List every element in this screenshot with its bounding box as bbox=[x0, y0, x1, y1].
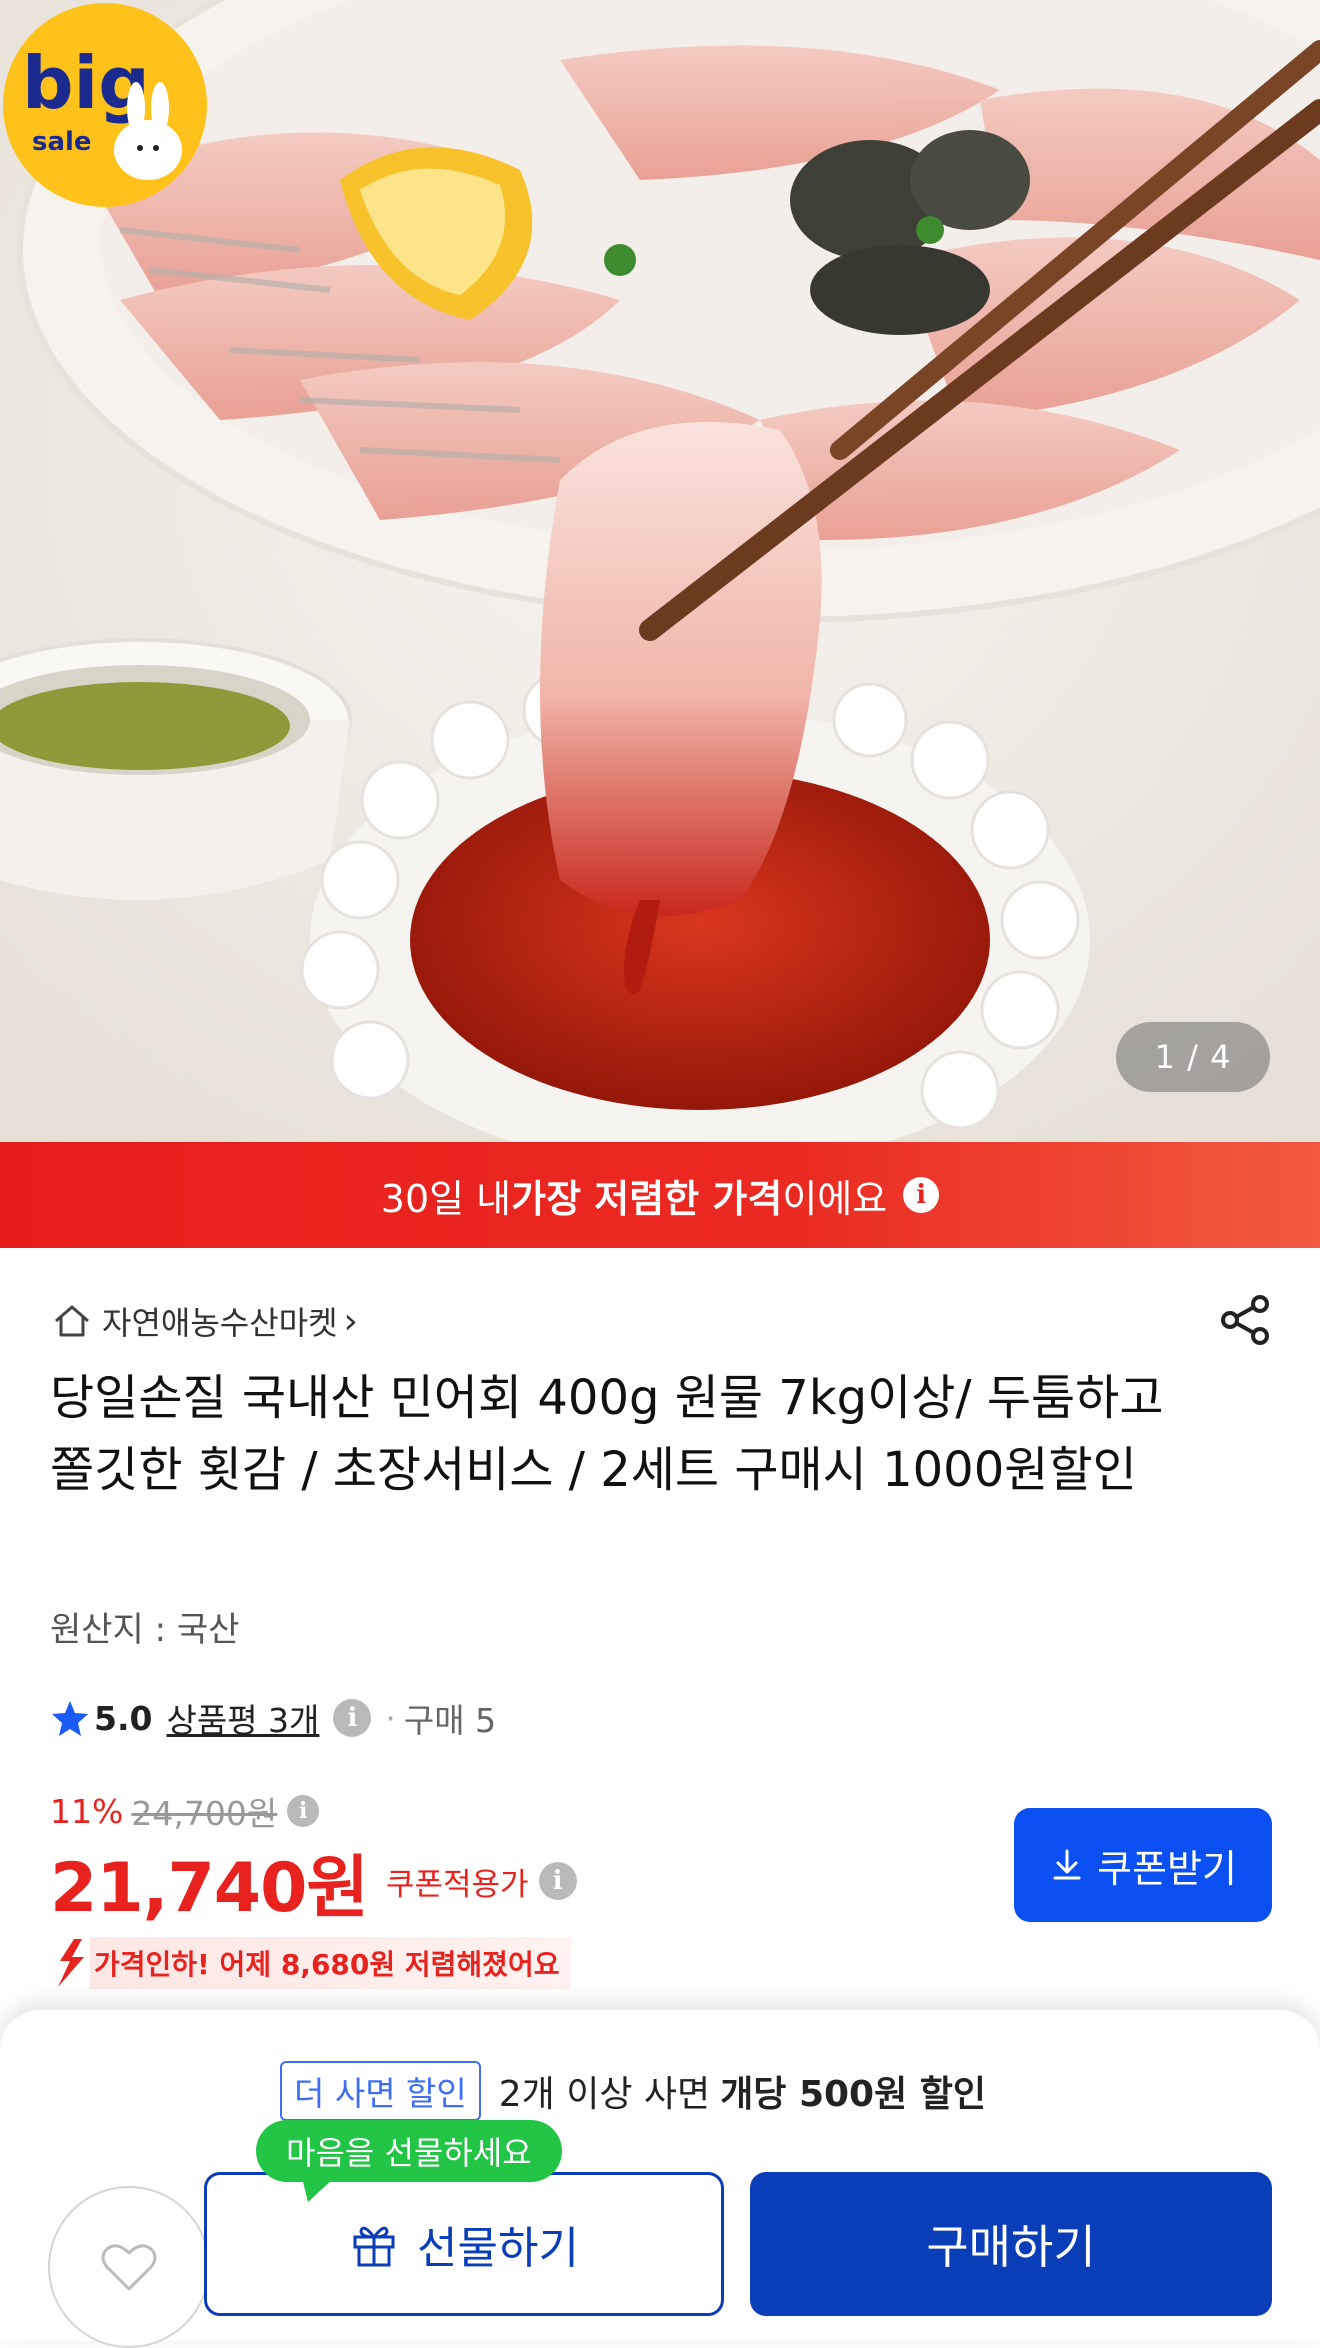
big-sale-badge: big sale bbox=[3, 3, 207, 207]
price-row: 21,740원 쿠폰적용가 i bbox=[50, 1836, 577, 1928]
price-down-arrow-icon bbox=[58, 1939, 84, 1987]
final-price: 21,740원 bbox=[50, 1848, 369, 1928]
heart-icon bbox=[101, 2244, 157, 2291]
gift-button[interactable]: 선물하기 bbox=[204, 2172, 724, 2316]
gift-icon bbox=[353, 2226, 395, 2267]
info-icon[interactable]: i bbox=[287, 1795, 320, 1827]
rating-score: 5.0 bbox=[94, 1698, 153, 1738]
star-icon bbox=[52, 1701, 88, 1736]
banner-prefix: 30일 내 bbox=[380, 1176, 512, 1221]
image-counter: 1 / 4 bbox=[1116, 1022, 1270, 1092]
bulk-discount-row: 더 사면 할인 2개 이상 사면 개당 500원 할인 bbox=[280, 2060, 986, 2122]
info-icon[interactable]: i bbox=[538, 1862, 577, 1900]
coupon-price-label: 쿠폰적용가 bbox=[385, 1866, 529, 1903]
bulk-discount-tag: 더 사면 할인 bbox=[280, 2061, 481, 2121]
store-name: 자연애농수산마켓 bbox=[102, 1304, 338, 1342]
info-icon[interactable]: i bbox=[903, 1177, 940, 1213]
chevron-right-icon: › bbox=[343, 1300, 358, 1342]
review-link[interactable]: 상품평 3개 bbox=[166, 1694, 319, 1742]
product-origin: 원산지 : 국산 bbox=[50, 1610, 240, 1650]
info-icon[interactable]: i bbox=[333, 1699, 372, 1737]
sales-count: 구매 5 bbox=[403, 1701, 497, 1740]
gift-tooltip: 마음을 선물하세요 bbox=[256, 2120, 562, 2202]
price-drop-note: 가격인하! 어제 8,680원 저렴해졌어요 bbox=[50, 1937, 572, 1989]
get-coupon-button[interactable]: 쿠폰받기 bbox=[1014, 1808, 1272, 1922]
banner-highlight: 가장 저렴한 가격 bbox=[511, 1176, 783, 1221]
svg-text:sale: sale bbox=[32, 127, 92, 157]
product-title: 당일손질 국내산 민어회 400g 원물 7kg이상/ 두툼하고 쫄깃한 횟감 … bbox=[50, 1370, 1164, 1498]
original-price: 24,700원 bbox=[131, 1794, 278, 1833]
share-icon[interactable] bbox=[1216, 1290, 1276, 1350]
buy-button[interactable]: 구매하기 bbox=[750, 2172, 1272, 2316]
discount-percent: 11% bbox=[50, 1791, 124, 1831]
gift-tooltip-text: 마음을 선물하세요 bbox=[286, 2134, 532, 2172]
rating-row: 5.0 상품평 3개 i · 구매 5 bbox=[50, 1690, 496, 1746]
coupon-button-label: 쿠폰받기 bbox=[1097, 1846, 1237, 1891]
price-drop-text: 가격인하! 어제 8,680원 저렴해졌어요 bbox=[90, 1937, 572, 1989]
discount-row: 11% 24,700원 i bbox=[50, 1786, 320, 1836]
lowest-price-banner[interactable]: 30일 내 가장 저렴한 가격 이에요 i bbox=[0, 1142, 1320, 1248]
separator: · bbox=[385, 1698, 396, 1738]
bulk-discount-text: 2개 이상 사면 bbox=[498, 2074, 711, 2115]
download-icon bbox=[1053, 1849, 1081, 1880]
home-icon bbox=[55, 1305, 89, 1337]
product-image-carousel[interactable]: big sale 1 / 4 bbox=[0, 0, 1320, 1142]
tooltip-tail bbox=[302, 2178, 334, 2202]
gift-button-label: 선물하기 bbox=[417, 2223, 579, 2274]
wishlist-button[interactable] bbox=[48, 2186, 210, 2348]
store-link[interactable]: 자연애농수산마켓 › bbox=[50, 1296, 358, 1346]
banner-suffix: 이에요 bbox=[782, 1176, 888, 1221]
bulk-discount-amount: 개당 500원 할인 bbox=[720, 2074, 987, 2115]
